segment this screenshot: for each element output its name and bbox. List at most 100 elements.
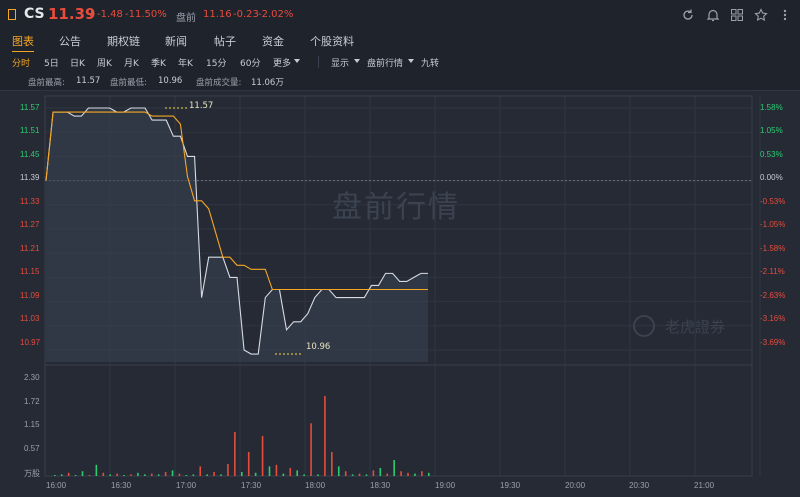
x-tick: 19:30: [500, 481, 521, 490]
volume-bar: [386, 473, 389, 476]
bell-icon[interactable]: [706, 8, 720, 22]
volume-bar: [220, 474, 222, 476]
grid-icon[interactable]: [730, 8, 744, 22]
volume-bar: [372, 470, 375, 476]
x-tick: 20:00: [565, 481, 586, 490]
volume-bar: [213, 472, 215, 476]
period-15min[interactable]: 15分: [206, 56, 226, 69]
volume-bar: [407, 472, 409, 476]
volume-bar: [393, 460, 395, 476]
period-weekly-k[interactable]: 周K: [97, 56, 112, 69]
y-pct-tick: -1.58%: [760, 244, 786, 253]
volume-bar: [261, 436, 264, 476]
volume-bar: [303, 474, 305, 476]
display-menu[interactable]: 显示: [331, 56, 349, 69]
x-tick: 17:30: [241, 481, 262, 490]
premarket-menu[interactable]: 盘前行情: [367, 56, 403, 69]
tab-chart[interactable]: 图表: [12, 33, 34, 53]
y-pct-tick: -2.63%: [760, 291, 786, 300]
period-5day[interactable]: 5日: [44, 56, 59, 69]
broker-watermark: 老虎證券: [665, 318, 726, 336]
volume-bar: [88, 475, 91, 476]
period-monthly-k[interactable]: 月K: [124, 56, 139, 69]
intraday-chart[interactable]: [0, 90, 800, 497]
volume-bar: [324, 396, 326, 476]
tab-news[interactable]: 新闻: [165, 33, 187, 49]
tab-options-chain[interactable]: 期权链: [107, 33, 140, 49]
chevron-down-icon[interactable]: [408, 59, 414, 63]
period-quarterly-k[interactable]: 季K: [151, 56, 166, 69]
ticker-symbol: CS: [24, 6, 45, 22]
y-pct-tick: 0.00%: [760, 173, 783, 182]
refresh-icon[interactable]: [681, 8, 695, 22]
high-marker-label: 11.57: [189, 101, 214, 111]
price-area: [46, 108, 428, 362]
volume-bar: [310, 423, 312, 476]
low-marker-label: 10.96: [306, 342, 331, 352]
premarket-stats: 盘前最高: 11.57 盘前最低: 10.96 盘前成交量: 11.06万: [0, 72, 800, 91]
volume-bar: [337, 466, 340, 476]
high-value: 11.57: [76, 76, 101, 86]
volume-bar: [123, 475, 125, 476]
y-tick: 11.27: [20, 220, 40, 229]
volume-bar: [171, 470, 174, 476]
y-pct-tick: -3.16%: [760, 314, 786, 323]
period-more[interactable]: 更多: [273, 56, 291, 69]
premarket-price: 11.16: [203, 9, 232, 20]
volume-bar: [414, 473, 416, 476]
volume-bar: [428, 472, 430, 476]
y-pct-tick: -0.53%: [760, 197, 786, 206]
quote-header: CS 11.39 ↓ -1.48 -11.50% 盘前 11.16 -0.23 …: [0, 0, 800, 30]
tab-profile[interactable]: 个股资料: [310, 33, 354, 49]
period-intraday[interactable]: 分时: [12, 56, 30, 69]
y-pct-tick: 1.05%: [760, 126, 783, 135]
x-tick: 16:30: [111, 481, 132, 490]
star-icon[interactable]: [754, 8, 768, 22]
volume-bar: [275, 464, 278, 476]
divider: [318, 56, 319, 68]
volume-bar: [254, 472, 257, 476]
volume-bar: [102, 472, 105, 476]
down-arrow-icon: ↓: [87, 7, 97, 20]
price-change-pct: -11.50%: [125, 9, 167, 20]
low-label: 盘前最低:: [110, 78, 147, 88]
price-change: -1.48: [97, 9, 123, 20]
volume-bar: [268, 466, 271, 476]
y-tick: 11.57: [20, 103, 40, 112]
period-daily-k[interactable]: 日K: [70, 56, 85, 69]
volume-bar: [206, 474, 208, 476]
premarket-label: 盘前: [176, 13, 196, 24]
vol-tick: 2.30: [24, 373, 40, 382]
volume-bar: [199, 466, 202, 476]
volume-bar: [157, 474, 160, 476]
vol-tick: 1.72: [24, 397, 40, 406]
period-selector: 分时 5日 日K 周K 月K 季K 年K 15分 60分 更多 显示 盘前行情 …: [0, 52, 800, 72]
high-label: 盘前最高:: [28, 78, 65, 88]
vol-tick: 1.15: [24, 420, 40, 429]
volume-bar: [317, 474, 319, 476]
period-yearly-k[interactable]: 年K: [178, 56, 193, 69]
y-tick: 11.21: [20, 244, 40, 253]
tab-announcements[interactable]: 公告: [59, 33, 81, 49]
volume-bar: [400, 471, 402, 476]
volume-bar: [241, 472, 243, 476]
volume-bar: [185, 475, 188, 476]
volume-bar: [164, 472, 167, 476]
chevron-down-icon[interactable]: [294, 59, 300, 63]
y-pct-tick: -1.05%: [760, 220, 786, 229]
y-pct-tick: -2.11%: [760, 267, 785, 276]
x-tick: 17:00: [176, 481, 197, 490]
tab-capital[interactable]: 资金: [262, 33, 284, 49]
y-tick: 10.97: [20, 338, 41, 347]
y-pct-tick: 1.58%: [760, 103, 783, 112]
more-icon[interactable]: [778, 8, 792, 22]
volume-bar: [130, 474, 132, 476]
tab-posts[interactable]: 帖子: [214, 33, 236, 49]
volume-bar: [365, 474, 368, 476]
volume-bar: [95, 464, 98, 476]
premarket-pct: -2.02%: [258, 9, 294, 20]
nine-turn-toggle[interactable]: 九转: [421, 56, 439, 69]
flag-icon: [8, 9, 16, 20]
chevron-down-icon[interactable]: [354, 59, 360, 63]
period-60min[interactable]: 60分: [240, 56, 260, 69]
